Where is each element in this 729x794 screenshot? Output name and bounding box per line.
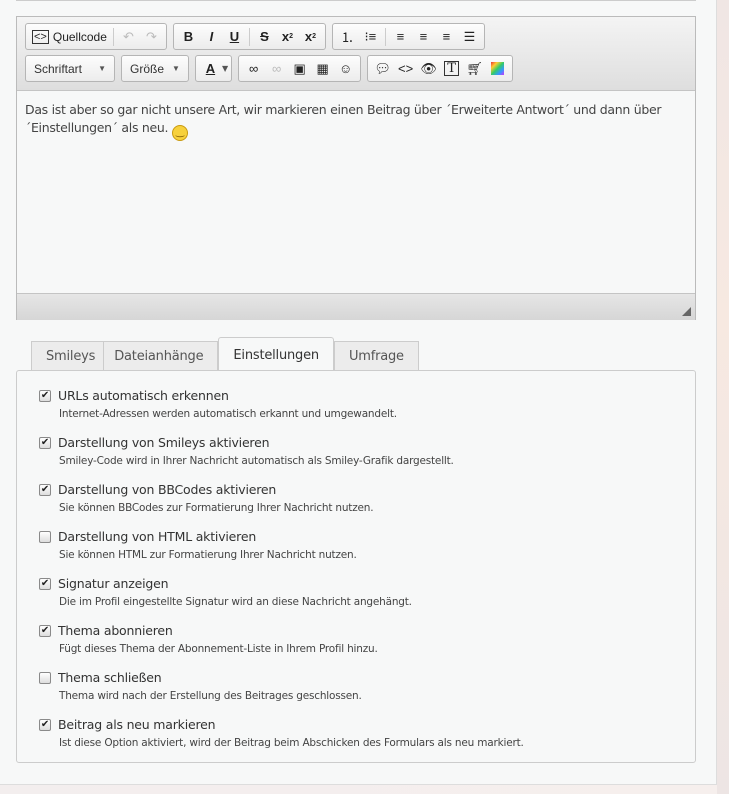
option-title: Thema abonnieren xyxy=(58,623,173,638)
spoiler-eye-icon[interactable]: 👁︎ xyxy=(417,58,440,79)
checkbox[interactable] xyxy=(39,671,51,684)
editor-content[interactable]: Das ist aber so gar nicht unsere Art, wi… xyxy=(17,91,695,293)
table-icon[interactable]: ▦ xyxy=(311,58,334,79)
checkbox[interactable]: ✔ xyxy=(39,577,51,590)
resize-grip-icon[interactable] xyxy=(682,307,691,316)
option-description: Smiley-Code wird in Ihrer Nachricht auto… xyxy=(59,455,454,467)
superscript-icon[interactable]: x2 xyxy=(299,26,322,47)
option-title: Darstellung von HTML aktivieren xyxy=(58,529,257,544)
redo-icon[interactable]: ↷ xyxy=(140,26,163,47)
font-family-label: Schriftart xyxy=(34,61,83,76)
option-description: Internet-Adressen werden automatisch erk… xyxy=(59,408,397,420)
wysiwyg-editor: <> Quellcode ↶ ↷ B I U S x2 x2 ⒈ ⁝≡ ≡ ≡ ≡… xyxy=(16,16,696,320)
checkbox[interactable]: ✔ xyxy=(39,718,51,731)
option-title: Darstellung von BBCodes aktivieren xyxy=(58,482,277,497)
option-item: Darstellung von HTML aktivieren Sie könne… xyxy=(39,528,695,575)
editor-statusbar xyxy=(17,293,695,320)
form-container: <> Quellcode ↶ ↷ B I U S x2 x2 ⒈ ⁝≡ ≡ ≡ ≡… xyxy=(0,0,717,785)
source-file-icon: <> xyxy=(32,29,49,44)
checkbox[interactable]: ✔ xyxy=(39,483,51,496)
checkbox[interactable]: ✔ xyxy=(39,624,51,637)
undo-icon[interactable]: ↶ xyxy=(117,26,140,47)
option-description: Fügt dieses Thema der Abonnement-Liste i… xyxy=(59,643,378,655)
source-label: Quellcode xyxy=(52,29,107,44)
option-title: Thema schließen xyxy=(58,670,162,685)
chevron-down-icon: ▼ xyxy=(98,64,106,73)
chevron-down-icon: ▼ xyxy=(221,64,229,73)
ordered-list-icon[interactable]: ⒈ xyxy=(336,26,359,47)
option-label[interactable]: ✔ Darstellung von BBCodes aktivieren xyxy=(39,481,695,498)
chevron-down-icon: ▼ xyxy=(172,64,180,73)
option-description: Thema wird nach der Erstellung des Beitr… xyxy=(59,690,362,702)
option-item: ✔ Thema abonnieren Fügt dieses Thema der A… xyxy=(39,622,695,669)
divider xyxy=(16,0,696,1)
source-button[interactable]: <> Quellcode xyxy=(29,26,110,47)
checkbox[interactable]: ✔ xyxy=(39,389,51,402)
unordered-list-icon[interactable]: ⁝≡ xyxy=(359,26,382,47)
link-icon[interactable]: ∞ xyxy=(242,58,265,79)
align-left-icon[interactable]: ≡ xyxy=(389,26,412,47)
underline-icon[interactable]: U xyxy=(223,26,246,47)
checkbox[interactable]: ✔ xyxy=(39,436,51,449)
option-description: Sie können HTML zur Formatierung Ihrer N… xyxy=(59,549,357,561)
text-t-icon[interactable]: T xyxy=(440,58,463,79)
settings-panel: ✔ URLs automatisch erkennen Internet-Adres… xyxy=(16,370,696,763)
editor-toolbar: <> Quellcode ↶ ↷ B I U S x2 x2 ⒈ ⁝≡ ≡ ≡ ≡… xyxy=(17,17,695,91)
option-item: ✔ Beitrag als neu markieren Ist diese Opti… xyxy=(39,716,695,763)
align-center-icon[interactable]: ≡ xyxy=(412,26,435,47)
font-size-label: Größe xyxy=(130,61,165,76)
strikethrough-icon[interactable]: S xyxy=(253,26,276,47)
italic-icon[interactable]: I xyxy=(200,26,223,47)
option-label[interactable]: Darstellung von HTML aktivieren xyxy=(39,528,695,545)
option-item: ✔ Signatur anzeigen Die im Profil eingeste… xyxy=(39,575,695,622)
editor-text: Das ist aber so gar nicht unsere Art, wi… xyxy=(25,102,662,135)
align-right-icon[interactable]: ≡ xyxy=(435,26,458,47)
tab-smileys[interactable]: Smileys xyxy=(31,341,105,371)
option-item: ✔ Darstellung von BBCodes aktivieren Sie k… xyxy=(39,481,695,528)
bold-icon[interactable]: B xyxy=(177,26,200,47)
option-label[interactable]: Thema schließen xyxy=(39,669,695,686)
image-icon[interactable]: ▣ xyxy=(288,58,311,79)
page-background xyxy=(717,0,729,794)
option-label[interactable]: ✔ URLs automatisch erkennen xyxy=(39,387,695,404)
tab-poll[interactable]: Umfrage xyxy=(333,341,419,371)
option-label[interactable]: ✔ Darstellung von Smileys aktivieren xyxy=(39,434,695,451)
font-color-icon: A xyxy=(205,61,216,76)
wink-smiley-icon: ‿ xyxy=(171,125,188,141)
option-description: Ist diese Option aktiviert, wird der Bei… xyxy=(59,737,524,749)
code-icon[interactable]: <> xyxy=(394,58,417,79)
option-label[interactable]: ✔ Beitrag als neu markieren xyxy=(39,716,695,733)
subscript-icon[interactable]: x2 xyxy=(276,26,299,47)
option-title: Beitrag als neu markieren xyxy=(58,717,216,732)
justify-icon[interactable]: ☰ xyxy=(458,26,481,47)
font-size-dropdown[interactable]: Größe ▼ xyxy=(121,55,189,82)
option-description: Sie können BBCodes zur Formatierung Ihre… xyxy=(59,502,374,514)
option-item: ✔ Darstellung von Smileys aktivieren Smile… xyxy=(39,434,695,481)
font-family-dropdown[interactable]: Schriftart ▼ xyxy=(25,55,115,82)
tab-settings[interactable]: Einstellungen xyxy=(218,337,334,372)
tab-attachments[interactable]: Dateianhänge xyxy=(104,341,219,371)
font-color-button[interactable]: A ▼ xyxy=(194,55,233,82)
checkbox[interactable] xyxy=(39,530,51,543)
smiley-icon[interactable]: ☺ xyxy=(334,58,357,79)
option-title: URLs automatisch erkennen xyxy=(58,388,229,403)
option-title: Signatur anzeigen xyxy=(58,576,169,591)
option-label[interactable]: ✔ Signatur anzeigen xyxy=(39,575,695,592)
tab-bar: Smileys Dateianhänge Einstellungen Umfra… xyxy=(31,336,419,372)
option-label[interactable]: ✔ Thema abonnieren xyxy=(39,622,695,639)
media-icon[interactable] xyxy=(486,58,509,79)
option-description: Die im Profil eingestellte Signatur wird… xyxy=(59,596,412,608)
option-title: Darstellung von Smileys aktivieren xyxy=(58,435,270,450)
option-item: Thema schließen Thema wird nach der Erste… xyxy=(39,669,695,716)
option-item: ✔ URLs automatisch erkennen Internet-Adres… xyxy=(39,387,695,434)
unlink-icon[interactable]: ∞ xyxy=(265,58,288,79)
cart-icon[interactable]: 🛒︎ xyxy=(463,58,486,79)
quote-icon[interactable]: 💬︎ xyxy=(371,58,394,79)
